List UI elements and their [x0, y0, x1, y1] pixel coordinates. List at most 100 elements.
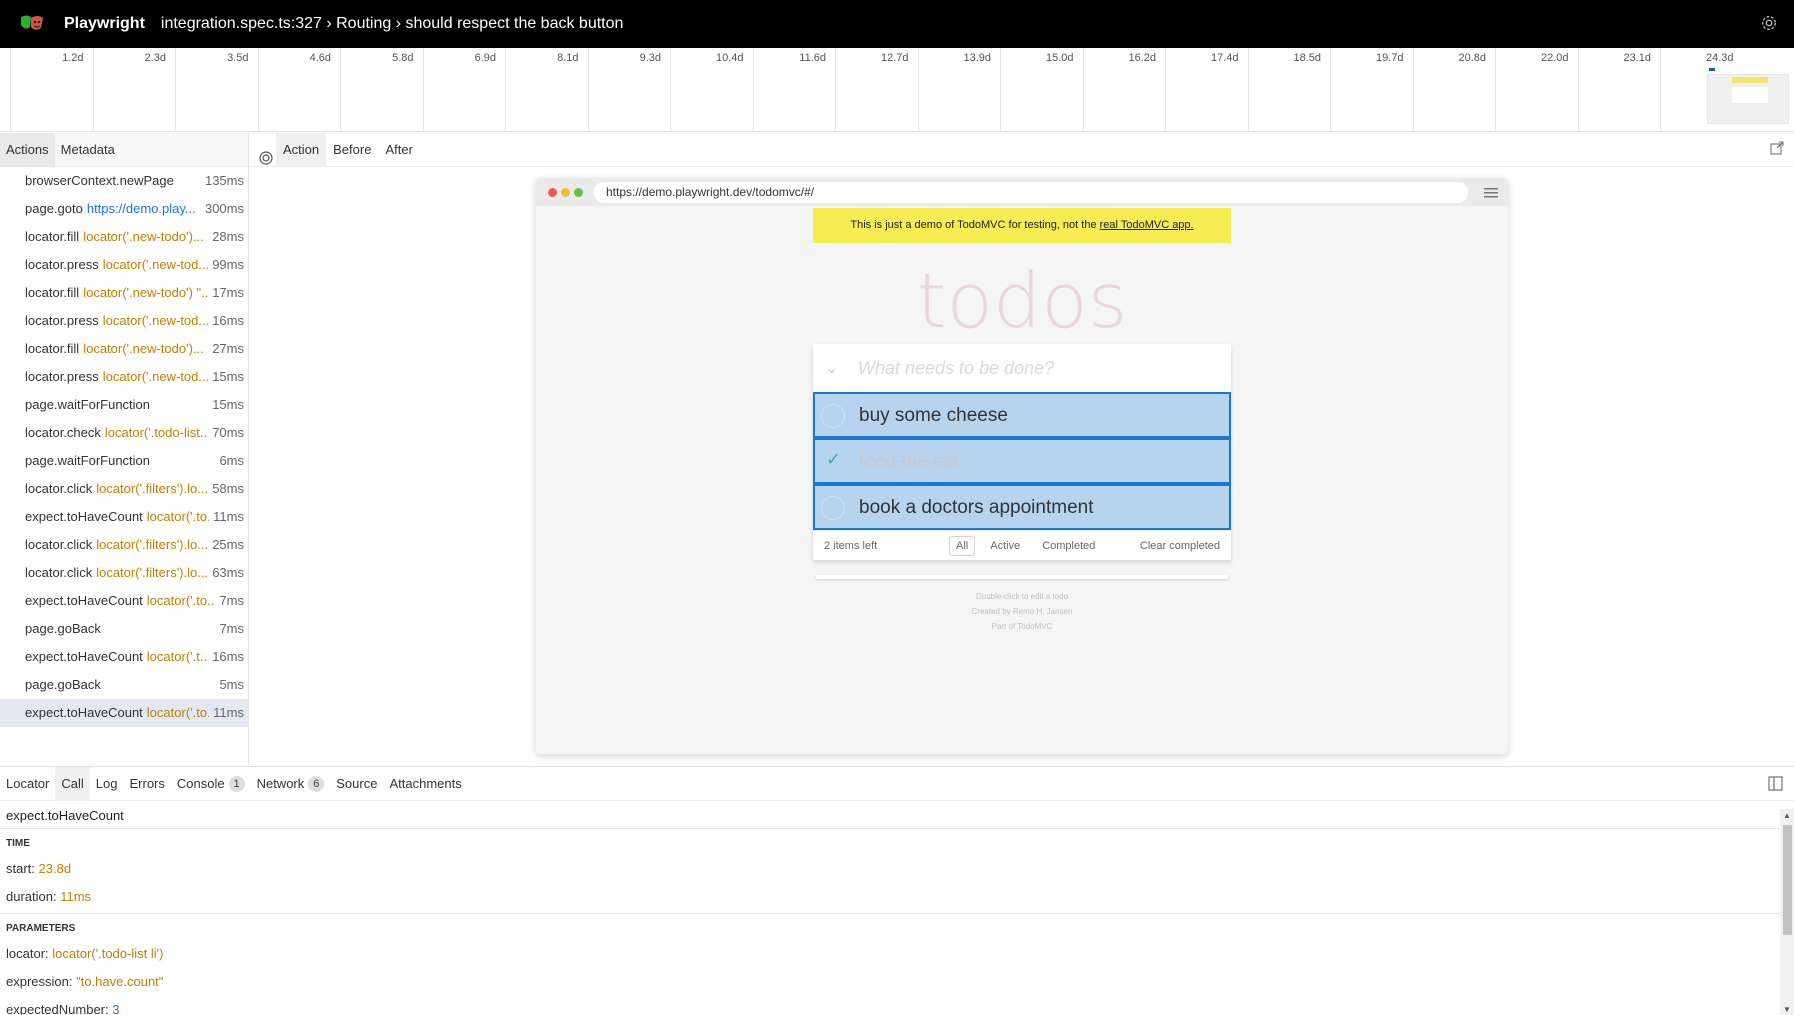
action-locator: locator('.new-todo')...: [83, 341, 204, 356]
action-name: locator.press: [25, 257, 99, 272]
timeline-tick-label: 2.3d: [86, 52, 166, 64]
action-locator: locator('.new-tod...: [103, 313, 210, 328]
tab-log[interactable]: Log: [90, 767, 124, 801]
open-external-icon[interactable]: [1770, 141, 1786, 157]
start-row: start: 23.8d: [0, 855, 1794, 883]
timeline-tick: 1.2d: [10, 48, 11, 132]
tab-attachments[interactable]: Attachments: [383, 767, 467, 801]
action-row[interactable]: locator.clicklocator('.filters').lo...58…: [0, 475, 248, 503]
tab-console[interactable]: Console1: [171, 767, 251, 801]
action-row[interactable]: locator.presslocator('.new-tod...99ms: [0, 251, 248, 279]
clear-completed-button[interactable]: Clear completed: [1140, 540, 1220, 552]
todo-item[interactable]: buy some cheese: [813, 392, 1231, 438]
todo-item-label: book a doctors appointment: [859, 497, 1094, 519]
action-duration: 15ms: [208, 391, 244, 419]
scroll-up-arrow-icon[interactable]: ▲: [1783, 811, 1791, 820]
action-row[interactable]: locator.presslocator('.new-tod...16ms: [0, 307, 248, 335]
todo-toggle-circle-icon[interactable]: [821, 496, 845, 520]
action-name: locator.fill: [25, 341, 79, 356]
locator-param-row: locator: locator('.todo-list li'): [0, 940, 1794, 968]
filter-completed[interactable]: Completed: [1035, 536, 1102, 556]
action-locator: locator('.to...: [147, 705, 218, 720]
details-scrollbar[interactable]: ▲ ▼: [1780, 809, 1794, 1015]
todo-item-label: buy some cheese: [859, 405, 1008, 427]
hamburger-menu-icon[interactable]: [1484, 186, 1498, 198]
action-locator: locator('.t...: [147, 649, 211, 664]
tab-call[interactable]: Call: [55, 767, 89, 801]
gear-icon[interactable]: [1760, 14, 1780, 34]
todo-list: buy some cheese ✓ feed the cat book a docto…: [813, 392, 1231, 530]
sidebar-toggle-icon[interactable]: [1768, 776, 1784, 792]
scrollbar-thumb[interactable]: [1783, 825, 1792, 935]
expected-number-row: expectedNumber: 3: [0, 996, 1794, 1015]
action-duration: 11ms: [209, 503, 244, 531]
todo-toggle-circle-icon[interactable]: [821, 404, 845, 428]
tab-label: Source: [336, 767, 377, 801]
banner-link[interactable]: real TodoMVC app.: [1100, 219, 1194, 231]
scroll-down-arrow-icon[interactable]: ▼: [1783, 1005, 1791, 1014]
action-duration: 7ms: [215, 615, 244, 643]
todo-item-label: feed the cat: [859, 451, 958, 473]
tab-metadata[interactable]: Metadata: [55, 133, 121, 167]
tab-source[interactable]: Source: [330, 767, 383, 801]
action-name: locator.fill: [25, 229, 79, 244]
timeline-tick-label: 1.2d: [4, 52, 84, 64]
tab-after[interactable]: After: [378, 133, 419, 167]
action-duration: 27ms: [208, 335, 244, 363]
action-row[interactable]: page.goBack 7ms: [0, 615, 248, 643]
count-badge: 6: [308, 776, 324, 792]
todo-item[interactable]: book a doctors appointment: [813, 484, 1231, 530]
action-duration: 11ms: [209, 699, 244, 727]
timeline-marker: [1709, 68, 1715, 71]
start-value: 23.8d: [39, 861, 72, 876]
action-row[interactable]: locator.presslocator('.new-tod...15ms: [0, 363, 248, 391]
action-duration: 135ms: [201, 167, 244, 195]
timeline-tick: 5.8d: [340, 48, 341, 132]
action-row[interactable]: expect.toHaveCountlocator('.to...7ms: [0, 587, 248, 615]
tab-label: Console: [177, 767, 225, 801]
action-row[interactable]: expect.toHaveCountlocator('.to...11ms: [0, 699, 248, 727]
tab-errors[interactable]: Errors: [123, 767, 170, 801]
action-row[interactable]: locator.fill locator('.new-todo')... 27ms: [0, 335, 248, 363]
filter-active[interactable]: Active: [983, 536, 1027, 556]
action-row[interactable]: browserContext.newPage135ms: [0, 167, 248, 195]
tab-action[interactable]: Action: [276, 133, 326, 167]
action-row[interactable]: page.waitForFunction6ms: [0, 447, 248, 475]
toggle-all-chevron-icon[interactable]: ⌄: [825, 358, 838, 378]
new-todo-input[interactable]: ⌄ What needs to be done?: [813, 344, 1231, 392]
url-bar[interactable]: https://demo.playwright.dev/todomvc/#/: [594, 182, 1468, 203]
action-duration: 300ms: [201, 195, 244, 223]
timeline-tick-label: 4.6d: [251, 52, 331, 64]
tab-before[interactable]: Before: [326, 133, 378, 167]
tab-network[interactable]: Network6: [251, 767, 331, 801]
pick-locator-icon[interactable]: [258, 141, 276, 159]
action-row[interactable]: page.goBack5ms: [0, 671, 248, 699]
action-row[interactable]: expect.toHaveCountlocator('.to...11ms: [0, 503, 248, 531]
timeline-thumbnail[interactable]: [1707, 74, 1789, 124]
action-duration: 6ms: [215, 447, 244, 475]
action-row[interactable]: expect.toHaveCountlocator('.t...16ms: [0, 643, 248, 671]
maximize-dot-icon: [574, 188, 583, 197]
action-name: page.goBack: [25, 621, 101, 636]
action-row[interactable]: locator.filllocator('.new-todo') "...17m…: [0, 279, 248, 307]
timeline-tick-label: 15.0d: [994, 52, 1074, 64]
action-name: locator.press: [25, 369, 99, 384]
action-row[interactable]: locator.checklocator('.todo-list...70ms: [0, 419, 248, 447]
timeline[interactable]: 1.2d2.3d3.5d4.6d5.8d6.9d8.1d9.3d10.4d11.…: [0, 48, 1794, 132]
checkmark-icon[interactable]: ✓: [826, 449, 841, 470]
filter-all[interactable]: All: [949, 536, 975, 556]
action-row[interactable]: locator.clicklocator('.filters').lo...25…: [0, 531, 248, 559]
action-row[interactable]: page.gotohttps://demo.play...300ms: [0, 195, 248, 223]
action-row[interactable]: locator.clicklocator('.filters').lo...63…: [0, 559, 248, 587]
action-row[interactable]: page.waitForFunction15ms: [0, 391, 248, 419]
tab-locator[interactable]: Locator: [0, 767, 55, 801]
expression-param-label: expression:: [6, 974, 72, 989]
actions-pane: Actions Metadata browserContext.newPage1…: [0, 133, 249, 765]
timeline-tick: 17.4d: [1165, 48, 1166, 132]
new-todo-placeholder: What needs to be done?: [858, 358, 1054, 379]
action-row[interactable]: locator.filllocator('.new-todo')...28ms: [0, 223, 248, 251]
tab-actions[interactable]: Actions: [0, 133, 55, 167]
timeline-tick-label: 5.8d: [334, 52, 414, 64]
timeline-tick-label: 8.1d: [499, 52, 579, 64]
todo-item[interactable]: ✓ feed the cat: [813, 438, 1231, 484]
